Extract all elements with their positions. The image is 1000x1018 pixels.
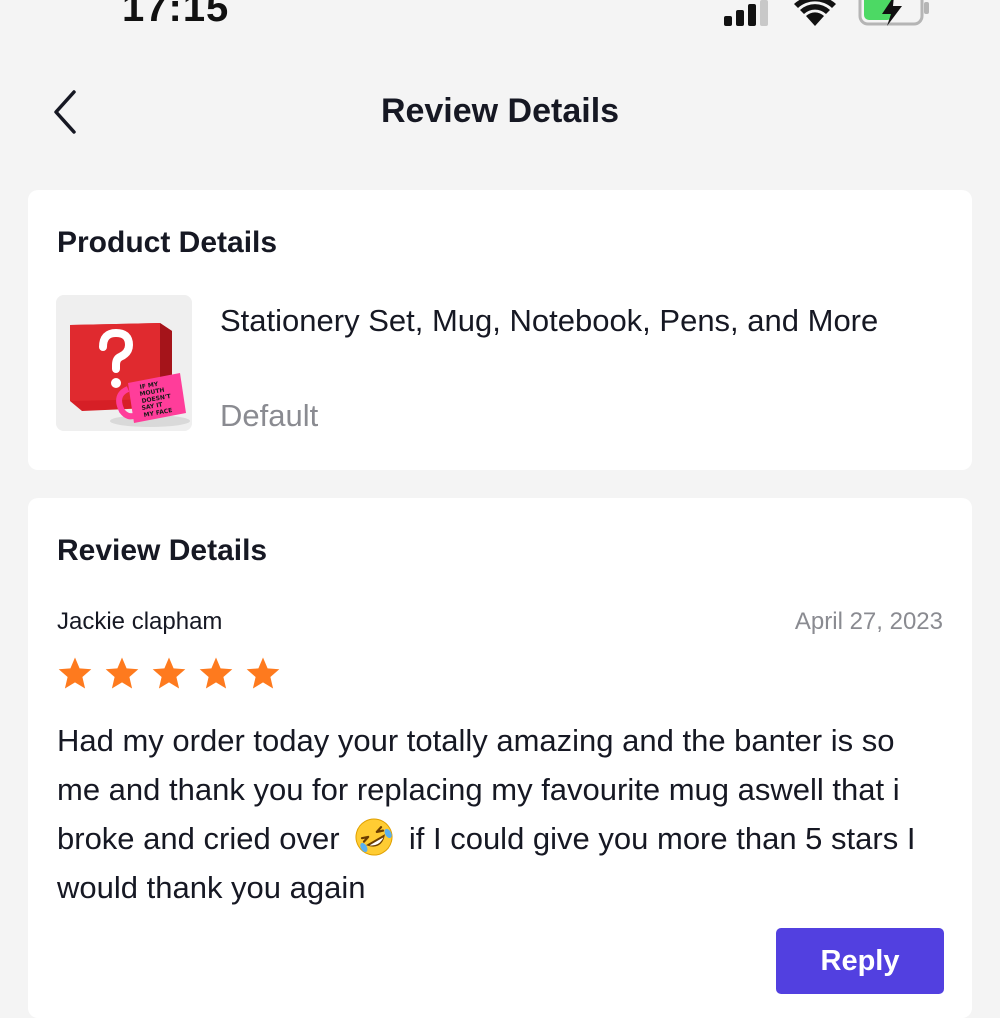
page-title: Review Details <box>380 92 620 130</box>
rolling-on-floor-laughing-icon <box>355 818 393 856</box>
wifi-icon <box>794 0 836 26</box>
star-icon <box>246 657 280 689</box>
product-details-title: Product Details <box>57 226 278 259</box>
product-variant: Default <box>220 398 319 433</box>
star-icon <box>105 657 139 689</box>
product-details-card: Product Details IF MY MOUTH DOESN'T SAY … <box>28 190 972 470</box>
star-icon <box>58 657 92 689</box>
battery-charging-icon <box>858 0 929 26</box>
review-date: April 27, 2023 <box>794 608 943 635</box>
status-time: 17:15 <box>122 0 230 30</box>
mystery-box-mug-image: IF MY MOUTH DOESN'T SAY IT MY FACE <box>56 295 192 431</box>
header: Review Details <box>0 70 1000 154</box>
review-text: Had my order today your totally amazing … <box>57 716 937 912</box>
signal-icon <box>724 0 768 26</box>
status-bar: 17:15 <box>0 0 1000 40</box>
status-icons <box>722 0 930 26</box>
star-icon <box>199 657 233 689</box>
product-image[interactable]: IF MY MOUTH DOESN'T SAY IT MY FACE <box>56 295 192 431</box>
reviewer-name: Jackie clapham <box>57 608 223 635</box>
product-name[interactable]: Stationery Set, Mug, Notebook, Pens, and… <box>220 296 920 345</box>
star-icon <box>152 657 186 689</box>
review-details-title: Review Details <box>57 534 268 567</box>
reply-button[interactable]: Reply <box>776 928 944 994</box>
review-details-card: Review Details Jackie clapham April 27, … <box>28 498 972 1018</box>
rating-stars <box>57 656 281 692</box>
